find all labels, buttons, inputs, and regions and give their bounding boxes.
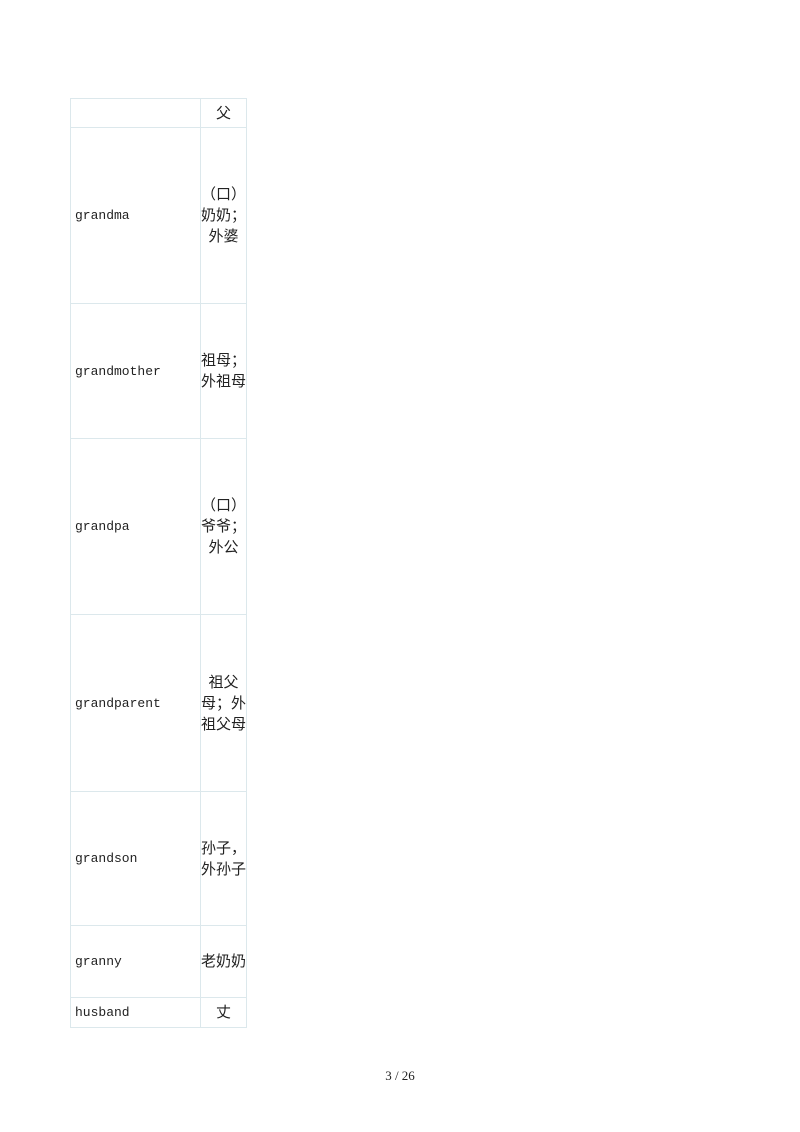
table-row: grandson 孙子，外孙子	[70, 791, 248, 926]
meaning-cell: 孙子，外孙子	[199, 791, 248, 926]
word-cell: grandparent	[70, 614, 201, 792]
table-row: grandpa （口）爷爷；外公	[70, 438, 248, 615]
word-cell: grandma	[70, 127, 201, 304]
table-row: 父	[70, 98, 248, 128]
table-row: grandma （口）奶奶；外婆	[70, 127, 248, 304]
word-cell: granny	[70, 925, 201, 998]
word-cell	[70, 98, 201, 128]
word-cell: grandmother	[70, 303, 201, 439]
meaning-cell: 父	[199, 98, 248, 128]
word-cell: grandpa	[70, 438, 201, 615]
meaning-cell: 祖母；外祖母	[199, 303, 248, 439]
meaning-cell: 丈	[199, 997, 248, 1028]
vocabulary-table: 父 grandma （口）奶奶；外婆 grandmother 祖母；外祖母 grandpa…	[70, 98, 248, 1028]
word-cell: grandson	[70, 791, 201, 926]
table-row: husband 丈	[70, 997, 248, 1028]
meaning-cell: （口）奶奶；外婆	[199, 127, 248, 304]
meaning-cell: （口）爷爷；外公	[199, 438, 248, 615]
table-row: grandmother 祖母；外祖母	[70, 303, 248, 439]
word-cell: husband	[70, 997, 201, 1028]
table-row: granny 老奶奶	[70, 925, 248, 998]
meaning-cell: 老奶奶	[199, 925, 248, 998]
table-row: grandparent 祖父母；外祖父母	[70, 614, 248, 792]
page-number: 3 / 26	[385, 1068, 415, 1083]
meaning-cell: 祖父母；外祖父母	[199, 614, 248, 792]
